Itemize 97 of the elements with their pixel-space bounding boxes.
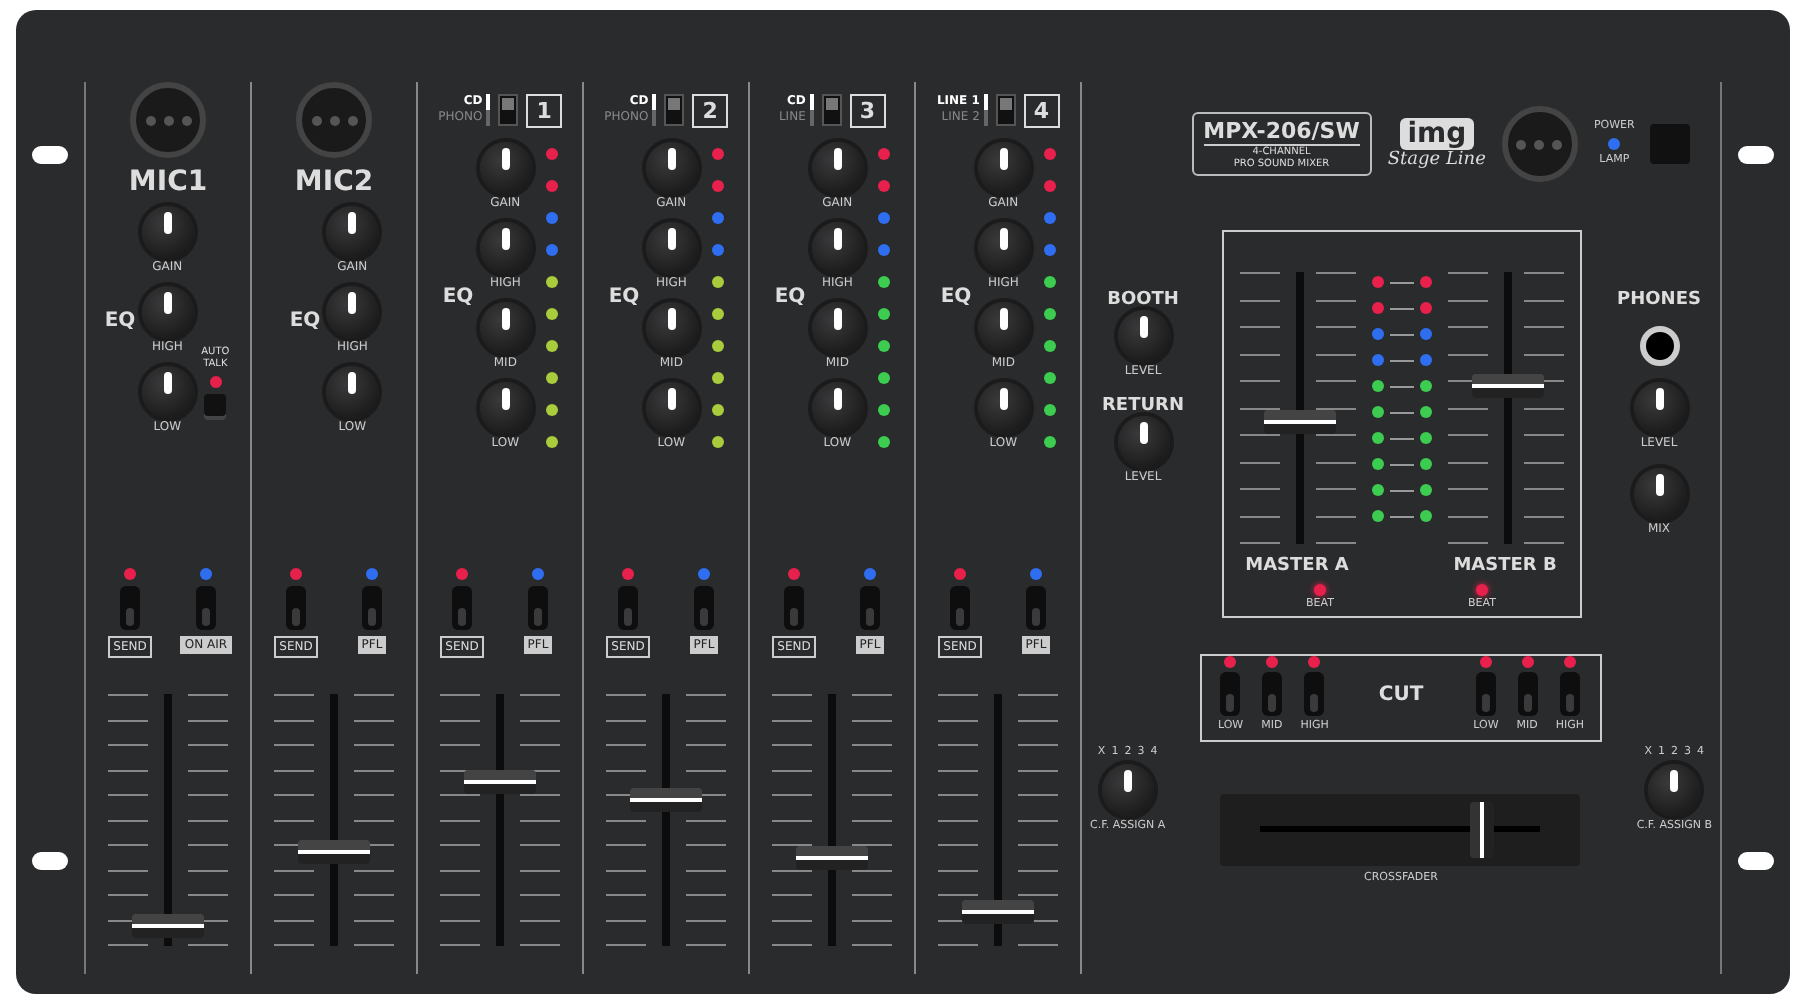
fader-knob[interactable] [1263, 410, 1335, 435]
toggle-switch[interactable] [1517, 672, 1538, 716]
input-selector-switch[interactable] [498, 94, 519, 126]
fader-knob[interactable] [796, 845, 868, 870]
xlr-socket-icon [130, 82, 206, 158]
toggle-switch[interactable] [1475, 672, 1496, 716]
knob[interactable] [645, 302, 698, 354]
channel-number: 1 [526, 93, 562, 127]
toggle-switch[interactable] [694, 586, 714, 630]
toggle-switch[interactable] [120, 586, 140, 630]
indicator-led [1521, 656, 1534, 668]
knob[interactable] [479, 382, 532, 434]
section-title: BOOTH [1107, 290, 1179, 310]
rack-slot [32, 852, 68, 870]
knob[interactable] [977, 142, 1030, 194]
knob[interactable] [141, 206, 194, 258]
brand-tagline: Stage Line [1387, 150, 1486, 170]
model-name: MPX-206/SW [1203, 118, 1360, 146]
knob[interactable] [326, 206, 379, 258]
knob[interactable] [977, 222, 1030, 274]
toggle-switch[interactable] [286, 586, 306, 630]
toggle-switch[interactable] [860, 586, 880, 630]
knob[interactable] [141, 286, 194, 338]
rack-slot [32, 146, 68, 164]
toggle-switch[interactable] [196, 586, 216, 630]
indicator-led [1224, 656, 1237, 668]
knob[interactable] [1633, 382, 1685, 434]
knob[interactable] [977, 302, 1030, 354]
beat-led [1475, 584, 1488, 596]
eq-label: EQ [774, 286, 806, 308]
knob[interactable] [1648, 764, 1701, 816]
toggle-switch[interactable] [1026, 586, 1046, 630]
brand-logo: img [1399, 118, 1475, 150]
channel-number: 2 [692, 93, 728, 127]
toggle-switch[interactable] [452, 586, 472, 630]
knob[interactable] [1633, 468, 1685, 520]
toggle-switch[interactable] [950, 586, 970, 630]
headphone-jack-icon [1639, 326, 1679, 366]
indicator-led [1265, 656, 1278, 668]
section-title: CUT [1376, 684, 1426, 706]
crossfader-knob[interactable] [1470, 802, 1495, 858]
knob[interactable] [479, 302, 532, 354]
knob[interactable] [1117, 310, 1169, 362]
channel-number: 4 [1023, 93, 1060, 127]
toggle-switch[interactable] [1220, 672, 1241, 716]
fader-label: MASTER B [1453, 556, 1557, 576]
channel-title: MIC1 [128, 166, 208, 198]
input-selector-switch[interactable] [664, 94, 685, 126]
knob[interactable] [1117, 416, 1169, 468]
knob[interactable] [811, 142, 864, 194]
fader-knob[interactable] [298, 839, 370, 864]
toggle-switch[interactable] [528, 586, 548, 630]
knob[interactable] [479, 142, 532, 194]
toggle-switch[interactable] [1304, 672, 1325, 716]
fader-knob[interactable] [962, 899, 1034, 924]
xlr-socket-icon [296, 82, 372, 158]
fader-knob[interactable] [464, 769, 536, 794]
eq-label: EQ [104, 310, 136, 332]
knob[interactable] [645, 382, 698, 434]
knob[interactable] [645, 142, 698, 194]
indicator-led [1563, 656, 1576, 668]
knob[interactable] [479, 222, 532, 274]
xlr-socket-icon [1501, 106, 1578, 182]
section-title: RETURN [1102, 396, 1184, 416]
fader-knob[interactable] [132, 913, 204, 938]
section-title: PHONES [1617, 290, 1701, 310]
toggle-switch[interactable] [618, 586, 638, 630]
input-selector-switch[interactable] [821, 94, 842, 126]
toggle-switch[interactable] [784, 586, 804, 630]
eq-label: EQ [940, 286, 972, 308]
eq-label: EQ [442, 286, 474, 308]
knob[interactable] [977, 382, 1030, 434]
channel-title: MIC2 [294, 166, 374, 198]
eq-label: EQ [289, 310, 321, 332]
fader-knob[interactable] [1471, 373, 1543, 398]
knob[interactable] [1101, 764, 1154, 816]
knob[interactable] [141, 366, 194, 418]
input-selector-switch[interactable] [995, 94, 1016, 126]
fader-knob[interactable] [630, 787, 702, 812]
knob[interactable] [326, 366, 379, 418]
auto-talk-switch[interactable] [204, 394, 227, 416]
rack-slot [1738, 852, 1774, 870]
knob[interactable] [811, 302, 864, 354]
toggle-switch[interactable] [1559, 672, 1580, 716]
toggle-switch[interactable] [362, 586, 382, 630]
rack-slot [1738, 146, 1774, 164]
channel-number: 3 [849, 93, 886, 127]
knob[interactable] [645, 222, 698, 274]
eq-label: EQ [608, 286, 640, 308]
fader-label: MASTER A [1245, 556, 1349, 576]
knob[interactable] [811, 382, 864, 434]
knob[interactable] [326, 286, 379, 338]
beat-led [1313, 584, 1326, 596]
knob[interactable] [811, 222, 864, 274]
indicator-led [1308, 656, 1321, 668]
toggle-switch[interactable] [1261, 672, 1282, 716]
indicator-led [1479, 656, 1492, 668]
